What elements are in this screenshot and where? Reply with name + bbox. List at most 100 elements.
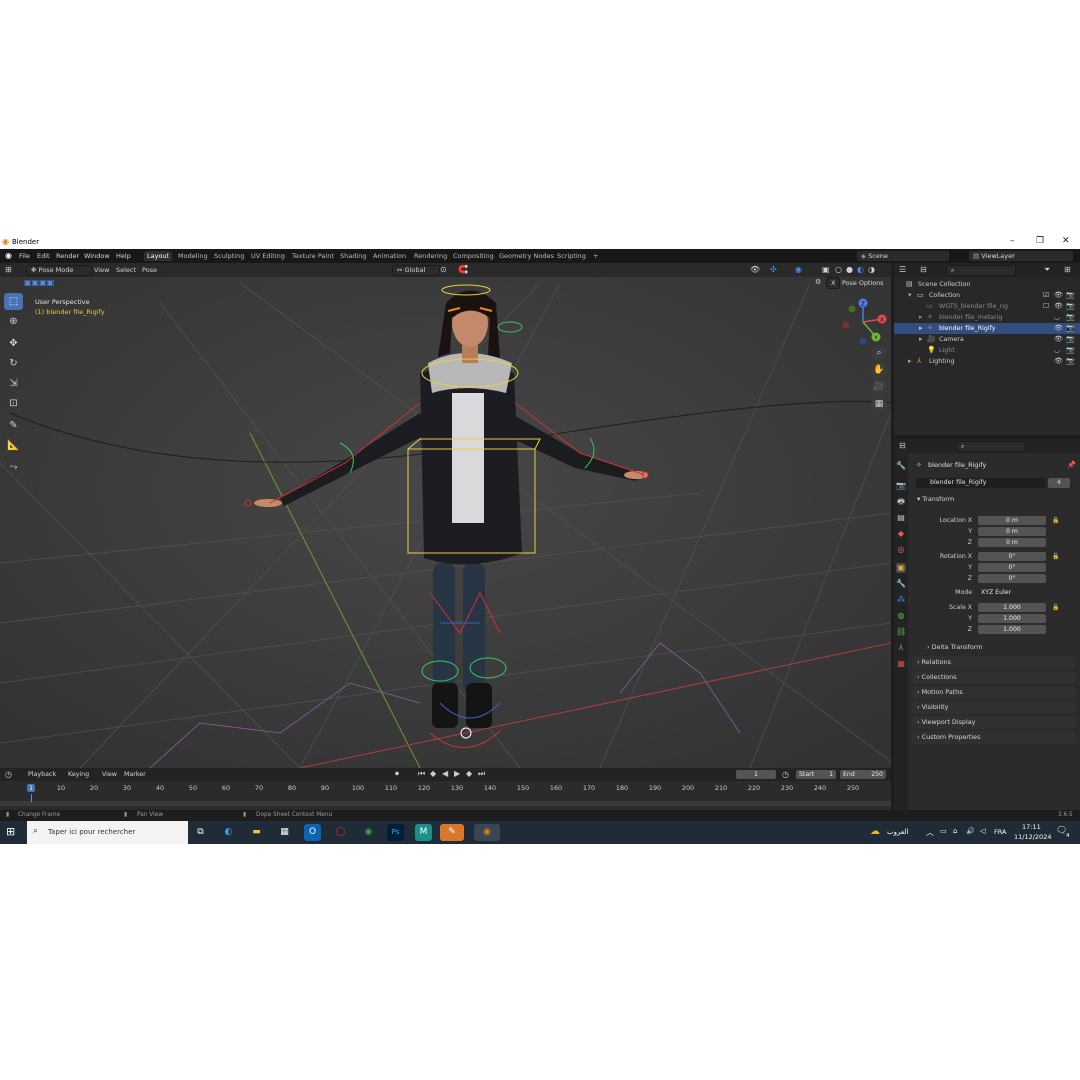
maximize-button[interactable]: ❐ xyxy=(1036,236,1044,246)
relax-tool[interactable]: ⤳ xyxy=(4,459,23,476)
file-explorer-icon[interactable]: ▬ xyxy=(248,824,265,841)
visibility-section[interactable]: › Visibility xyxy=(912,701,1076,714)
outlook-icon[interactable]: O xyxy=(304,824,321,841)
pose-options-dropdown[interactable]: Pose Options xyxy=(842,279,884,287)
rotate-tool[interactable]: ↻ xyxy=(4,355,23,372)
location-y-field[interactable]: 0 m xyxy=(978,527,1046,536)
view-layer-tab-icon[interactable]: ▤ xyxy=(896,513,906,523)
eye-icon[interactable]: 👁 xyxy=(1054,290,1063,301)
prev-keyframe-icon[interactable]: ◆ xyxy=(430,769,436,778)
transform-section-header[interactable]: ▾ Transform xyxy=(912,493,1076,506)
viewport-menu-view[interactable]: View xyxy=(94,266,109,274)
tab-animation[interactable]: Animation xyxy=(370,251,409,261)
outliner-row-metarig[interactable]: ▸ ✧ blender file_metarig ◡ 📷 xyxy=(894,312,1080,323)
paint-app-icon[interactable]: ✎ xyxy=(440,824,464,841)
users-count[interactable]: 4 xyxy=(1048,478,1070,488)
display-mode-icon[interactable]: ⊟ xyxy=(920,265,927,274)
pin-icon[interactable]: 📌 xyxy=(1067,461,1076,469)
xray-icon[interactable]: ▣ xyxy=(822,265,830,274)
weather-icon[interactable]: ☁ xyxy=(870,826,880,837)
expand-icon[interactable]: ▸ xyxy=(919,323,923,334)
3d-viewport[interactable]: ⊞ ✥ Pose Mode View Select Pose ↔ Global … xyxy=(0,263,891,768)
custom-properties-section[interactable]: › Custom Properties xyxy=(912,731,1076,744)
camera-render-icon[interactable]: 📷 xyxy=(1066,334,1075,345)
outliner-row-camera[interactable]: ▸ 🎥 Camera 👁 📷 xyxy=(894,334,1080,345)
particles-tab-icon[interactable]: ⁂ xyxy=(896,595,906,605)
jump-start-icon[interactable]: ⏮ xyxy=(418,769,425,779)
move-tool[interactable]: ✥ xyxy=(4,335,23,352)
expand-icon[interactable]: ▸ xyxy=(919,312,923,323)
collections-section[interactable]: › Collections xyxy=(912,671,1076,684)
edge-icon[interactable]: ◐ xyxy=(220,824,237,841)
menu-help[interactable]: Help xyxy=(116,252,131,260)
timeline-ruler[interactable]: 1 10 20 30 40 50 60 70 80 90 100 110 120 130 140 150 160… xyxy=(0,782,891,796)
scale-y-field[interactable]: 1.000 xyxy=(978,614,1046,623)
timeline-menu-keying[interactable]: Keying xyxy=(68,771,89,778)
current-frame-field[interactable]: 1 xyxy=(736,770,776,779)
clock-time[interactable]: 17:11 xyxy=(1022,823,1041,831)
volume-icon[interactable]: 🔊 xyxy=(966,827,975,835)
viewport-menu-pose[interactable]: Pose xyxy=(142,266,157,274)
end-frame-field[interactable]: End 250 xyxy=(840,770,886,779)
clock-date[interactable]: 11/12/2024 xyxy=(1014,833,1051,841)
eye-hidden-icon[interactable]: ◡ xyxy=(1054,345,1060,356)
render-tab-icon[interactable]: 📷 xyxy=(896,481,906,491)
tab-rendering[interactable]: Rendering xyxy=(411,251,450,261)
menu-edit[interactable]: Edit xyxy=(37,252,50,260)
chrome-icon[interactable]: ◉ xyxy=(360,824,377,841)
world-tab-icon[interactable]: ◎ xyxy=(896,545,906,555)
pivot-icon[interactable]: ⊙ xyxy=(440,265,447,274)
checkbox-icon[interactable]: ☐ xyxy=(1043,301,1049,312)
blender-menu-icon[interactable]: ◉ xyxy=(5,251,12,260)
outliner-row-light[interactable]: 💡 Light ◡ 📷 xyxy=(894,345,1080,356)
camera-render-icon[interactable]: 📷 xyxy=(1066,323,1075,334)
wireframe-shading-icon[interactable]: ○ xyxy=(835,265,842,274)
delta-transform-section[interactable]: › Delta Transform xyxy=(924,641,1074,654)
tab-scripting[interactable]: Scripting xyxy=(554,251,589,261)
store-icon[interactable]: ▦ xyxy=(276,824,293,841)
scene-tab-icon[interactable]: ◆ xyxy=(896,529,906,539)
location-x-field[interactable]: 0 m xyxy=(978,516,1046,525)
material-shading-icon[interactable]: ◐ xyxy=(857,265,864,274)
checkbox-icon[interactable]: ☑ xyxy=(1043,290,1049,301)
scale-x-field[interactable]: 1.000 xyxy=(978,603,1046,612)
outliner-editor-icon[interactable]: ☰ xyxy=(899,265,906,274)
tab-modeling[interactable]: Modeling xyxy=(175,251,211,261)
lock-icon[interactable]: 🔓 xyxy=(1052,553,1059,560)
rotation-z-field[interactable]: 0° xyxy=(978,574,1046,583)
constraints-tab-icon[interactable]: ⛓ xyxy=(896,627,906,637)
tab-texture-paint[interactable]: Texture Paint xyxy=(289,251,337,261)
scene-selector[interactable]: ◈ Scene xyxy=(856,250,950,262)
opera-icon[interactable]: ◯ xyxy=(332,824,349,841)
select-mode-icons[interactable]: ▣▣▣▣ xyxy=(24,278,54,287)
tab-sculpting[interactable]: Sculpting xyxy=(211,251,247,261)
modifier-tab-icon[interactable]: 🔧 xyxy=(896,579,906,589)
properties-editor-icon[interactable]: ⊟ xyxy=(899,441,906,450)
expand-icon[interactable]: ▾ xyxy=(908,290,912,301)
tab-shading[interactable]: Shading xyxy=(337,251,369,261)
expand-icon[interactable]: ▸ xyxy=(919,334,923,345)
blender-taskbar-icon[interactable]: ◉ xyxy=(474,824,500,841)
camera-render-icon[interactable]: 📷 xyxy=(1066,290,1075,301)
camera-render-icon[interactable]: 📷 xyxy=(1066,345,1075,356)
eye-icon[interactable]: 👁 xyxy=(1054,356,1063,367)
mode-selector[interactable]: ✥ Pose Mode xyxy=(26,265,92,276)
eye-icon[interactable]: 👁 xyxy=(1054,334,1063,345)
overlay-toggle-icon[interactable]: ◉ xyxy=(795,265,802,274)
expand-icon[interactable]: ▸ xyxy=(908,356,912,367)
eye-icon[interactable]: 👁 xyxy=(1054,323,1063,334)
gizmo-toggle-icon[interactable]: ✣ xyxy=(770,265,777,274)
location-z-field[interactable]: 0 m xyxy=(978,538,1046,547)
outliner-row-scene-collection[interactable]: ▤ Scene Collection xyxy=(894,279,1080,290)
scale-z-field[interactable]: 1.000 xyxy=(978,625,1046,634)
language-indicator[interactable]: FRA xyxy=(994,828,1006,836)
outliner-row-lighting[interactable]: ▸ ⅄ Lighting 👁 📷 xyxy=(894,356,1080,367)
texture-tab-icon[interactable]: ▦ xyxy=(896,659,906,669)
play-icon[interactable]: ▶ xyxy=(454,769,460,778)
visibility-icon[interactable]: 👁 xyxy=(750,265,760,274)
rendered-shading-icon[interactable]: ◑ xyxy=(868,265,875,274)
output-tab-icon[interactable]: 🖶 xyxy=(896,497,906,507)
camera-render-icon[interactable]: 📷 xyxy=(1066,312,1075,323)
tab-layout[interactable]: Layout xyxy=(144,251,173,261)
timeline-scrollbar[interactable] xyxy=(0,801,891,806)
